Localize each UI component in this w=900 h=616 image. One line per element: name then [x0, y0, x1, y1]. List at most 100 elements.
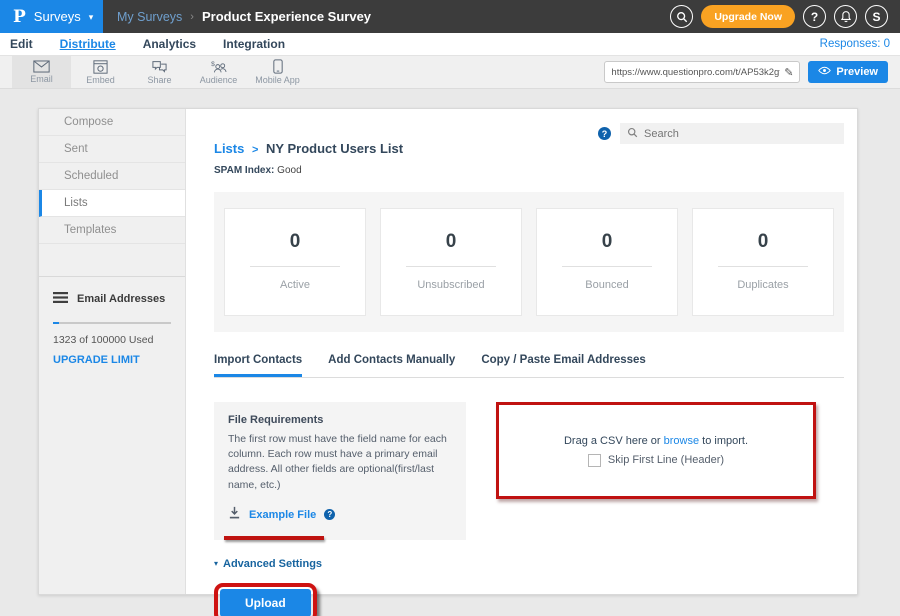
email-quota-usage: 1323 of 100000 Used [53, 334, 171, 346]
preview-button[interactable]: Preview [808, 61, 888, 83]
email-sidebar: Compose Sent Scheduled Lists Templates E… [39, 109, 186, 594]
list-name: NY Product Users List [266, 141, 403, 156]
skip-first-line-label: Skip First Line (Header) [608, 454, 724, 466]
toolbar-label: Audience [200, 75, 238, 85]
email-quota-progressbar [53, 322, 171, 324]
list-lines-icon [53, 290, 68, 308]
user-avatar[interactable]: S [865, 5, 888, 28]
help-icon[interactable]: ? [803, 5, 826, 28]
survey-nav: Edit Distribute Analytics Integration Re… [0, 33, 900, 55]
toolbar-label: Mobile App [255, 75, 300, 85]
breadcrumb: My Surveys › Product Experience Survey [117, 0, 371, 33]
svg-text:$: $ [211, 60, 215, 67]
advanced-settings-label: Advanced Settings [223, 558, 322, 570]
tab-analytics[interactable]: Analytics [143, 37, 196, 51]
annotation-red-box: Upload [214, 583, 317, 616]
sidebar-item-templates[interactable]: Templates [39, 217, 185, 244]
toolbar-label: Share [147, 75, 171, 85]
browse-link[interactable]: browse [664, 435, 699, 447]
toolbar-item-mobile-app[interactable]: Mobile App [248, 56, 307, 88]
example-file-link[interactable]: Example File ? [228, 506, 452, 524]
upload-button[interactable]: Upload [220, 589, 311, 616]
topbar: P Surveys ▾ My Surveys › Product Experie… [0, 0, 900, 33]
stat-label: Duplicates [693, 279, 833, 291]
eye-icon [818, 66, 831, 78]
edit-url-pencil-icon[interactable]: ✎ [784, 66, 793, 79]
file-requirements-text: The first row must have the field name f… [228, 432, 452, 493]
preview-label: Preview [836, 66, 878, 78]
spam-index-value: Good [277, 165, 301, 176]
topbar-actions: Upgrade Now ? S [670, 0, 900, 33]
toolbar-item-embed[interactable]: Embed [71, 56, 130, 88]
notifications-bell-icon[interactable] [834, 5, 857, 28]
tab-copy-paste-email-addresses[interactable]: Copy / Paste Email Addresses [481, 354, 645, 377]
tab-import-contacts[interactable]: Import Contacts [214, 354, 302, 377]
search-input[interactable] [644, 128, 837, 140]
my-surveys-link[interactable]: My Surveys [117, 10, 182, 24]
upgrade-now-button[interactable]: Upgrade Now [701, 5, 795, 28]
tab-integration[interactable]: Integration [223, 37, 285, 51]
survey-url-box: ✎ [604, 61, 800, 83]
list-breadcrumb: Lists > NY Product Users List [214, 141, 403, 156]
toolbar-label: Email [30, 74, 53, 84]
chevron-down-icon: ▾ [214, 559, 218, 568]
tab-distribute[interactable]: Distribute [60, 37, 116, 51]
stat-card-duplicates: 0 Duplicates [692, 208, 834, 316]
contact-tabs: Import Contacts Add Contacts Manually Co… [214, 354, 844, 378]
mobile-app-icon [273, 59, 283, 74]
help-icon[interactable]: ? [598, 127, 611, 140]
survey-url-input[interactable] [611, 67, 780, 78]
skip-first-line-checkbox[interactable] [588, 454, 601, 467]
annotation-red-underline [224, 536, 324, 540]
sidebar-item-compose[interactable]: Compose [39, 109, 185, 136]
sidebar-spacer [39, 244, 185, 276]
stat-card-active: 0 Active [224, 208, 366, 316]
stat-label: Unsubscribed [381, 279, 521, 291]
email-addresses-section: Email Addresses 1323 of 100000 Used UPGR… [39, 276, 185, 366]
distribute-toolbar: Email Embed Share $ Audience Mobile App … [0, 55, 900, 89]
stat-card-unsubscribed: 0 Unsubscribed [380, 208, 522, 316]
toolbar-label: Embed [86, 75, 115, 85]
breadcrumb-separator: > [252, 144, 258, 156]
audience-icon: $ [210, 60, 228, 74]
lists-panel: Compose Sent Scheduled Lists Templates E… [38, 108, 858, 595]
toolbar-right: ✎ Preview [604, 56, 900, 88]
help-icon[interactable]: ? [324, 509, 335, 520]
toolbar-item-share[interactable]: Share [130, 56, 189, 88]
chevron-down-icon: ▾ [89, 12, 94, 23]
dropzone-text: Drag a CSV here or browse to import. [564, 435, 748, 447]
download-icon [228, 506, 241, 524]
stat-value: 0 [537, 231, 677, 253]
list-content: Lists > NY Product Users List SPAM Index… [186, 109, 857, 594]
contacts-search-box [620, 123, 844, 144]
spam-index: SPAM Index: Good [214, 165, 403, 176]
sidebar-item-sent[interactable]: Sent [39, 136, 185, 163]
embed-icon [93, 60, 108, 74]
upgrade-limit-link[interactable]: UPGRADE LIMIT [53, 354, 171, 366]
contact-stats: 0 Active 0 Unsubscribed 0 Bounced 0 Dupl… [214, 192, 844, 332]
lists-breadcrumb-link[interactable]: Lists [214, 141, 244, 156]
stat-label: Active [225, 279, 365, 291]
stat-value: 0 [693, 231, 833, 253]
example-file-label: Example File [249, 509, 316, 521]
breadcrumb-separator: › [190, 11, 194, 23]
stat-value: 0 [225, 231, 365, 253]
sidebar-item-scheduled[interactable]: Scheduled [39, 163, 185, 190]
tab-edit[interactable]: Edit [10, 37, 33, 51]
surveys-menu[interactable]: P Surveys ▾ [0, 0, 103, 33]
email-addresses-title: Email Addresses [77, 293, 165, 305]
advanced-settings-toggle[interactable]: ▾ Advanced Settings [214, 558, 844, 570]
toolbar-item-email[interactable]: Email [12, 56, 71, 88]
stat-label: Bounced [537, 279, 677, 291]
tab-add-contacts-manually[interactable]: Add Contacts Manually [328, 354, 455, 377]
sidebar-item-lists[interactable]: Lists [39, 190, 185, 217]
search-icon [627, 125, 638, 143]
search-icon[interactable] [670, 5, 693, 28]
email-icon [33, 60, 50, 73]
file-requirements-box: File Requirements The first row must hav… [214, 402, 466, 540]
toolbar-item-audience[interactable]: $ Audience [189, 56, 248, 88]
stat-card-bounced: 0 Bounced [536, 208, 678, 316]
survey-title: Product Experience Survey [202, 9, 371, 24]
responses-count[interactable]: Responses: 0 [820, 38, 890, 50]
csv-dropzone[interactable]: Drag a CSV here or browse to import. Ski… [496, 402, 816, 499]
